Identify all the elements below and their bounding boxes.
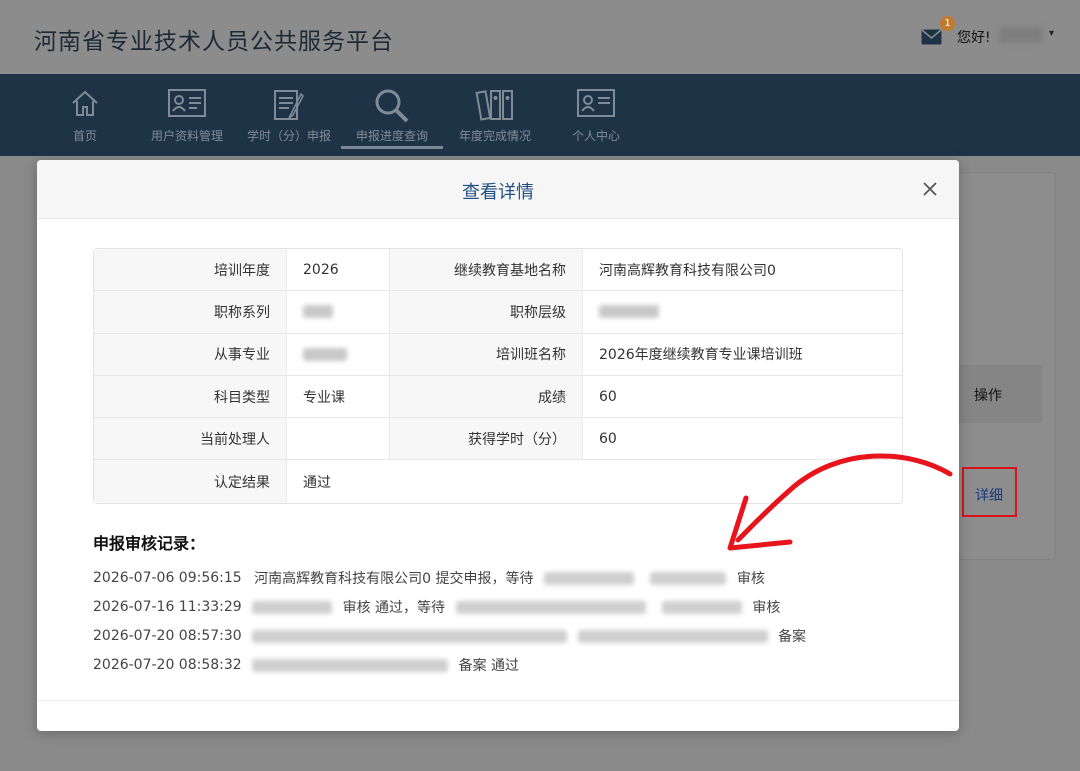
mail-badge: 1 xyxy=(940,16,955,31)
field-value: 2026 xyxy=(287,249,390,292)
detail-modal: 查看详情 培训年度 2026 继续教育基地名称 河南高辉教育科技有限公司0 职称… xyxy=(37,160,959,731)
field-value: 专业课 xyxy=(287,375,390,419)
home-icon xyxy=(72,90,98,116)
table-row: 培训年度 2026 继续教育基地名称 河南高辉教育科技有限公司0 xyxy=(94,249,902,292)
nav-label: 年度完成情况 xyxy=(458,129,531,143)
user-menu-caret-icon[interactable]: ▾ xyxy=(1049,28,1054,39)
record-item: 2026-07-20 08:58:32 备案 通过 xyxy=(93,655,519,675)
main-nav: 首页 用户资料管理 学时（分）申报 申报进度查询 年度完成情况 个人中心 xyxy=(0,74,1080,156)
close-icon[interactable] xyxy=(921,180,939,198)
field-value xyxy=(287,418,390,461)
field-label: 成绩 xyxy=(390,375,583,419)
field-label: 继续教育基地名称 xyxy=(390,249,583,292)
field-value: 60 xyxy=(583,376,902,419)
field-label: 职称层级 xyxy=(390,291,583,334)
redacted-text xyxy=(252,600,333,614)
detail-link[interactable]: 详细 xyxy=(975,485,1003,505)
redacted-text xyxy=(577,629,768,643)
redacted-text xyxy=(650,571,727,585)
field-label: 职称系列 xyxy=(94,291,287,334)
record-text: 备案 通过 xyxy=(458,658,520,674)
user-card-icon xyxy=(168,89,206,117)
redacted-text xyxy=(599,305,659,319)
profile-card-icon xyxy=(577,89,615,117)
record-time: 2026-07-20 08:58:32 xyxy=(93,657,242,673)
nav-item-personal-center[interactable]: 个人中心 xyxy=(556,74,636,156)
field-label: 培训班名称 xyxy=(390,333,583,376)
record-text: 审核 xyxy=(752,600,781,616)
mail-icon[interactable] xyxy=(921,29,942,45)
nav-item-hours-declare[interactable]: 学时（分）申报 xyxy=(242,74,336,156)
nav-label: 个人中心 xyxy=(571,129,620,143)
op-column-label: 操作 xyxy=(974,388,1002,404)
field-label: 获得学时（分） xyxy=(390,418,583,461)
field-label: 从事专业 xyxy=(94,333,287,376)
greeting-text: 您好! xyxy=(957,30,991,46)
record-item: 2026-07-06 09:56:15 河南高辉教育科技有限公司0 提交申报，等… xyxy=(93,568,765,588)
record-text: 审核 xyxy=(736,571,765,587)
nav-label: 申报进度查询 xyxy=(355,129,428,143)
record-text: 审核 通过，等待 xyxy=(342,600,446,616)
field-value-blurred xyxy=(583,291,902,334)
table-row: 科目类型 专业课 成绩 60 xyxy=(94,375,902,419)
record-time: 2026-07-16 11:33:29 xyxy=(93,599,242,615)
redacted-text xyxy=(252,658,449,672)
table-row: 职称系列 职称层级 xyxy=(94,291,902,334)
record-text: 备案 xyxy=(778,629,807,645)
redacted-text xyxy=(661,600,742,614)
record-item: 2026-07-16 11:33:29 审核 通过，等待 审核 xyxy=(93,597,780,617)
modal-footer-divider xyxy=(37,700,959,701)
top-bar: 河南省专业技术人员公共服务平台 1 您好! ▾ xyxy=(0,0,1080,74)
record-text: 河南高辉教育科技有限公司0 提交申报，等待 xyxy=(254,571,534,587)
username-blurred[interactable] xyxy=(999,27,1043,43)
nav-item-home[interactable]: 首页 xyxy=(45,74,125,156)
nav-item-user-profile[interactable]: 用户资料管理 xyxy=(142,74,232,156)
field-value-blurred xyxy=(287,333,390,376)
nav-label: 首页 xyxy=(72,129,97,143)
document-pen-icon xyxy=(274,90,304,120)
redacted-text xyxy=(303,305,333,319)
redacted-text xyxy=(455,600,646,614)
field-label: 培训年度 xyxy=(94,249,287,292)
redacted-text xyxy=(543,571,634,585)
modal-title: 查看详情 xyxy=(462,182,534,203)
nav-item-annual-completion[interactable]: 年度完成情况 xyxy=(450,74,540,156)
nav-item-progress-query[interactable]: 申报进度查询 xyxy=(345,74,439,156)
annotation-arrow-icon xyxy=(727,453,953,551)
record-time: 2026-07-06 09:56:15 xyxy=(93,570,242,586)
magnifier-icon xyxy=(375,89,409,123)
site-title: 河南省专业技术人员公共服务平台 xyxy=(34,29,394,55)
field-value: 2026年度继续教育专业课培训班 xyxy=(583,334,902,376)
nav-label: 学时（分）申报 xyxy=(246,129,331,143)
redacted-text xyxy=(252,629,568,643)
field-label: 科目类型 xyxy=(94,375,287,419)
nav-label: 用户资料管理 xyxy=(150,129,223,143)
modal-header: 查看详情 xyxy=(37,160,959,219)
binders-icon xyxy=(475,90,513,121)
record-item: 2026-07-20 08:57:30 备案 xyxy=(93,626,806,646)
table-row: 从事专业 培训班名称 2026年度继续教育专业课培训班 xyxy=(94,333,902,376)
redacted-text xyxy=(303,347,347,361)
records-title: 申报审核记录： xyxy=(93,534,206,553)
field-label: 当前处理人 xyxy=(94,418,287,461)
field-value: 河南高辉教育科技有限公司0 xyxy=(583,249,902,292)
field-value-blurred xyxy=(287,291,390,334)
record-time: 2026-07-20 08:57:30 xyxy=(93,628,242,644)
nav-active-indicator xyxy=(341,146,443,149)
field-label: 认定结果 xyxy=(94,460,287,503)
